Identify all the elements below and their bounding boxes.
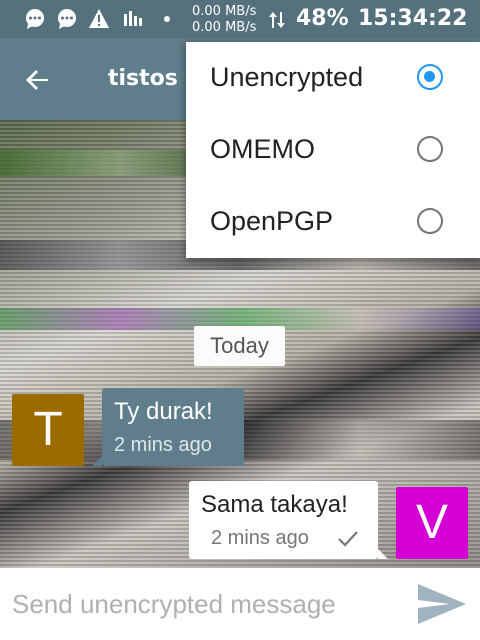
message-bubble-incoming[interactable]: Ty durak! 2 mins ago (92, 388, 244, 466)
menu-item-omemo[interactable]: OMEMO (186, 114, 480, 186)
network-speed: 0.00 MB/s 0.00 MB/s (192, 4, 256, 36)
message-text: Sama takaya! (201, 491, 348, 518)
dot-icon (164, 16, 170, 22)
menu-item-label: Unencrypted (210, 62, 364, 92)
message-timestamp: 2 mins ago (114, 434, 212, 456)
radio-button[interactable] (417, 208, 443, 234)
avatar[interactable]: T (12, 394, 84, 466)
network-speed-up: 0.00 MB/s (192, 4, 257, 19)
radio-button-selected[interactable] (417, 64, 443, 90)
encryption-menu: Unencrypted OMEMO OpenPGP (186, 42, 480, 258)
menu-item-openpgp[interactable]: OpenPGP (186, 186, 480, 258)
avatar[interactable]: V (396, 487, 468, 559)
network-speed-down: 0.00 MB/s (192, 20, 257, 35)
data-transfer-icon (269, 12, 285, 28)
signal-bars-icon (124, 11, 142, 26)
menu-item-label: OMEMO (210, 134, 315, 164)
clock: 15:34:22 (358, 6, 468, 31)
message-bubble-outgoing[interactable]: Sama takaya! 2 mins ago (189, 481, 388, 559)
menu-item-label: OpenPGP (210, 206, 334, 236)
page-title[interactable]: tistos (108, 66, 178, 91)
message-composer (0, 568, 480, 640)
check-icon (338, 531, 358, 547)
send-icon[interactable] (416, 580, 468, 628)
battery-level: 48% (296, 6, 349, 31)
warning-icon (89, 9, 109, 28)
arrow-left-icon[interactable] (18, 60, 58, 100)
date-separator: Today (194, 326, 285, 366)
chat-bubble-icon (58, 9, 76, 29)
message-input[interactable] (0, 568, 400, 640)
status-bar: 0.00 MB/s 0.00 MB/s 48% 15:34:22 (0, 0, 480, 38)
chat-bubble-icon (26, 9, 44, 29)
radio-button[interactable] (417, 136, 443, 162)
message-text: Ty durak! (114, 398, 213, 425)
message-timestamp: 2 mins ago (211, 527, 309, 549)
menu-item-unencrypted[interactable]: Unencrypted (186, 42, 480, 114)
